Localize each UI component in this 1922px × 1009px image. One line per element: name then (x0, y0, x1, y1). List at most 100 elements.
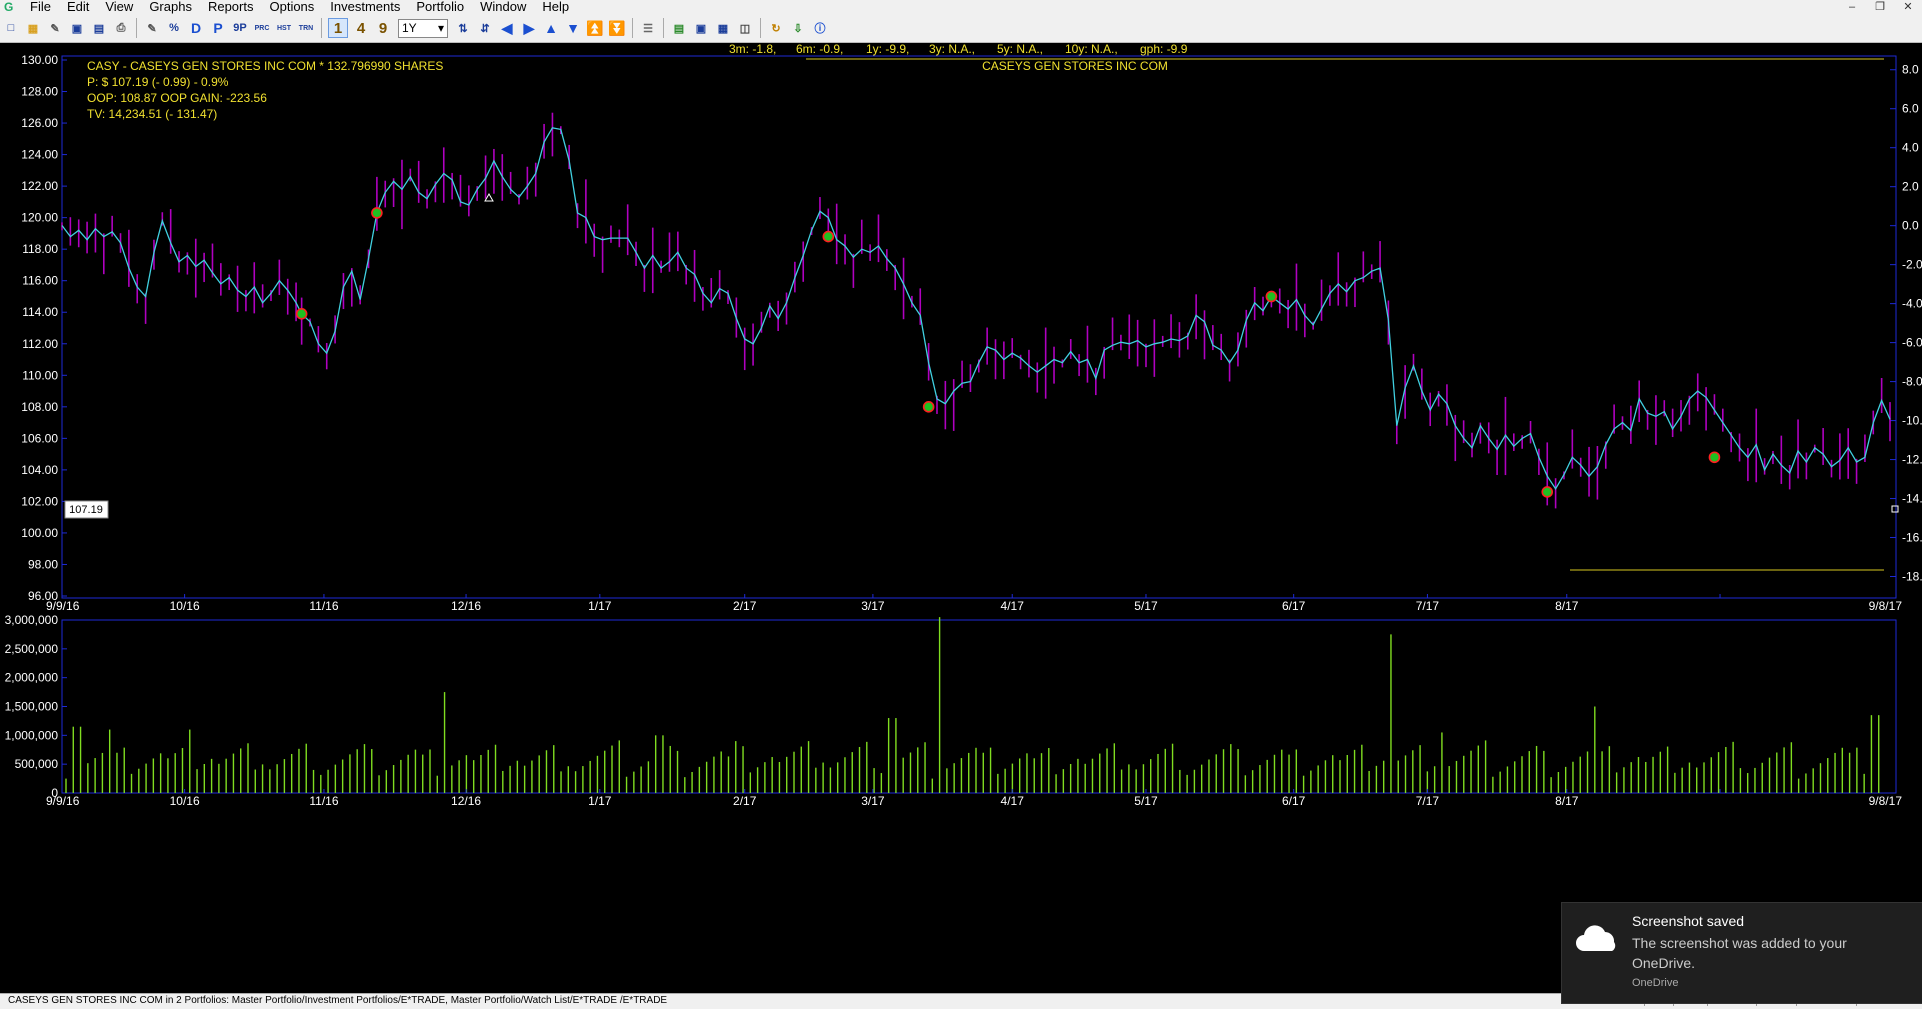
percent-y-tick-label: -14.0 (1902, 492, 1922, 506)
period-1-button[interactable]: 1 (328, 18, 348, 38)
scroll-bottom-icon[interactable]: ⏬ (608, 19, 626, 37)
minimize-icon[interactable]: – (1838, 0, 1866, 14)
range-select[interactable]: 1Y ▾ (398, 18, 448, 38)
price-button[interactable]: P (209, 19, 227, 37)
scroll-up-icon[interactable]: ▲ (542, 19, 560, 37)
toolbar-separator (321, 18, 322, 38)
price-x-tick-label: 5/17 (1134, 599, 1158, 613)
scroll-down-icon[interactable]: ▼ (564, 19, 582, 37)
perf-1y: 1y: -9.9, (866, 43, 909, 56)
volume-x-tick-label: 8/17 (1555, 794, 1579, 808)
menu-investments[interactable]: Investments (322, 0, 408, 14)
price-y-tick-label: 112.00 (22, 337, 58, 351)
trade-marker (1708, 451, 1721, 464)
list-icon[interactable]: ☰ (639, 19, 657, 37)
price-x-tick-label: 2/17 (733, 599, 757, 613)
window-icon[interactable]: ▣ (692, 19, 710, 37)
trade-marker (371, 207, 383, 219)
price-y-tick-label: 116.00 (22, 274, 58, 288)
price-y-tick-label: 100.00 (21, 526, 58, 540)
info-tv: TV: 14,234.51 (- 131.47) (87, 107, 217, 121)
help-icon[interactable]: ⓘ (811, 19, 829, 37)
refresh-icon[interactable]: ↻ (767, 19, 785, 37)
save-icon[interactable]: ▣ (68, 19, 86, 37)
menu-reports[interactable]: Reports (200, 0, 262, 14)
download-icon[interactable]: ⇩ (789, 19, 807, 37)
price-y-tick-label: 120.00 (21, 211, 58, 225)
price-y-tick-label: 108.00 (21, 400, 58, 414)
stock-chart[interactable]: 3m: -1.8, 6m: -0.9, 1y: -9.9, 3y: N.A., … (0, 42, 1922, 993)
chart-edit-icon[interactable]: ✎ (143, 19, 161, 37)
scroll-top-icon[interactable]: ⏫ (586, 19, 604, 37)
price-y-tick-label: 124.00 (21, 148, 58, 162)
percent-y-tick-label: -12.0 (1902, 453, 1922, 467)
volume-y-tick-label: 2,000,000 (5, 671, 59, 685)
percent-y-tick-label: 4.0 (1902, 141, 1919, 155)
menu-help[interactable]: Help (534, 0, 577, 14)
prc-button[interactable]: PRC (253, 19, 271, 37)
trade-marker (295, 308, 308, 320)
price-x-tick-label: 8/17 (1555, 599, 1579, 613)
period-9-button[interactable]: 9 (374, 19, 392, 37)
scroll-right-icon[interactable]: ▶ (520, 19, 538, 37)
menu-edit[interactable]: Edit (59, 0, 97, 14)
compare-icon[interactable]: ◫ (736, 19, 754, 37)
perf-3y: 3y: N.A., (929, 43, 975, 56)
cloud-icon (1576, 925, 1616, 951)
info-title: CASY - CASEYS GEN STORES INC COM * 132.7… (87, 59, 443, 73)
trn-button[interactable]: TRN (297, 19, 315, 37)
menu-view[interactable]: View (97, 0, 141, 14)
nine-p-button[interactable]: 9P (231, 19, 249, 37)
open-folder-icon[interactable]: ▦ (24, 19, 42, 37)
percent-y-tick-label: 2.0 (1902, 180, 1919, 194)
zoom-in-icon[interactable]: ⇅ (454, 19, 472, 37)
period-4-button[interactable]: 4 (352, 19, 370, 37)
percent-icon[interactable]: % (165, 19, 183, 37)
volume-y-tick-label: 3,000,000 (5, 613, 59, 627)
scroll-left-icon[interactable]: ◀ (498, 19, 516, 37)
restore-icon[interactable]: ❐ (1866, 0, 1894, 14)
price-x-tick-label: 12/16 (451, 599, 481, 613)
toast-source: OneDrive (1632, 977, 1679, 989)
toolbar-separator (136, 18, 137, 38)
daily-button[interactable]: D (187, 19, 205, 37)
toast-title: Screenshot saved (1632, 913, 1745, 929)
chart-title: CASEYS GEN STORES INC COM (982, 59, 1168, 73)
zoom-out-icon[interactable]: ⇵ (476, 19, 494, 37)
volume-x-tick-label: 9/8/17 (1869, 794, 1903, 808)
edit-icon[interactable]: ✎ (46, 19, 64, 37)
toolbar-separator (663, 18, 664, 38)
grid-icon[interactable]: ▦ (714, 19, 732, 37)
close-icon[interactable]: ✕ (1894, 0, 1922, 14)
print-icon[interactable]: ⎙ (112, 19, 130, 37)
new-file-icon[interactable]: □ (2, 19, 20, 37)
percent-y-tick-label: -10.0 (1902, 414, 1922, 428)
menu-portfolio[interactable]: Portfolio (408, 0, 472, 14)
menu-window[interactable]: Window (472, 0, 534, 14)
toolbar: □ ▦ ✎ ▣ ▤ ⎙ ✎ % D P 9P PRC HST TRN 1 4 9… (0, 14, 1922, 43)
menu-options[interactable]: Options (261, 0, 322, 14)
menu-file[interactable]: File (22, 0, 59, 14)
hst-button[interactable]: HST (275, 19, 293, 37)
trade-marker (1541, 486, 1554, 498)
price-y-tick-label: 106.00 (21, 431, 58, 445)
price-x-tick-label: 1/17 (588, 599, 612, 613)
info-price: P: $ 107.19 (- 0.99) - 0.9% (87, 75, 229, 89)
toolbar-separator (760, 18, 761, 38)
price-x-tick-label: 10/16 (170, 599, 200, 613)
volume-y-tick-label: 1,500,000 (5, 700, 59, 714)
onedrive-toast[interactable]: Screenshot saved The screenshot was adde… (1561, 902, 1922, 1004)
percent-y-tick-label: -6.0 (1902, 336, 1922, 350)
graph-icon[interactable]: ▤ (670, 19, 688, 37)
window-controls: – ❐ ✕ (1838, 0, 1922, 14)
percent-y-tick-label: -2.0 (1902, 258, 1922, 272)
menu-graphs[interactable]: Graphs (141, 0, 200, 14)
trade-marker (822, 230, 835, 243)
price-x-tick-label: 6/17 (1282, 599, 1306, 613)
price-x-tick-label: 7/17 (1416, 599, 1440, 613)
save-all-icon[interactable]: ▤ (90, 19, 108, 37)
percent-y-tick-label: 6.0 (1902, 102, 1919, 116)
volume-x-tick-label: 5/17 (1134, 794, 1158, 808)
volume-x-tick-label: 3/17 (861, 794, 885, 808)
price-y-tick-label: 114.00 (22, 305, 58, 319)
